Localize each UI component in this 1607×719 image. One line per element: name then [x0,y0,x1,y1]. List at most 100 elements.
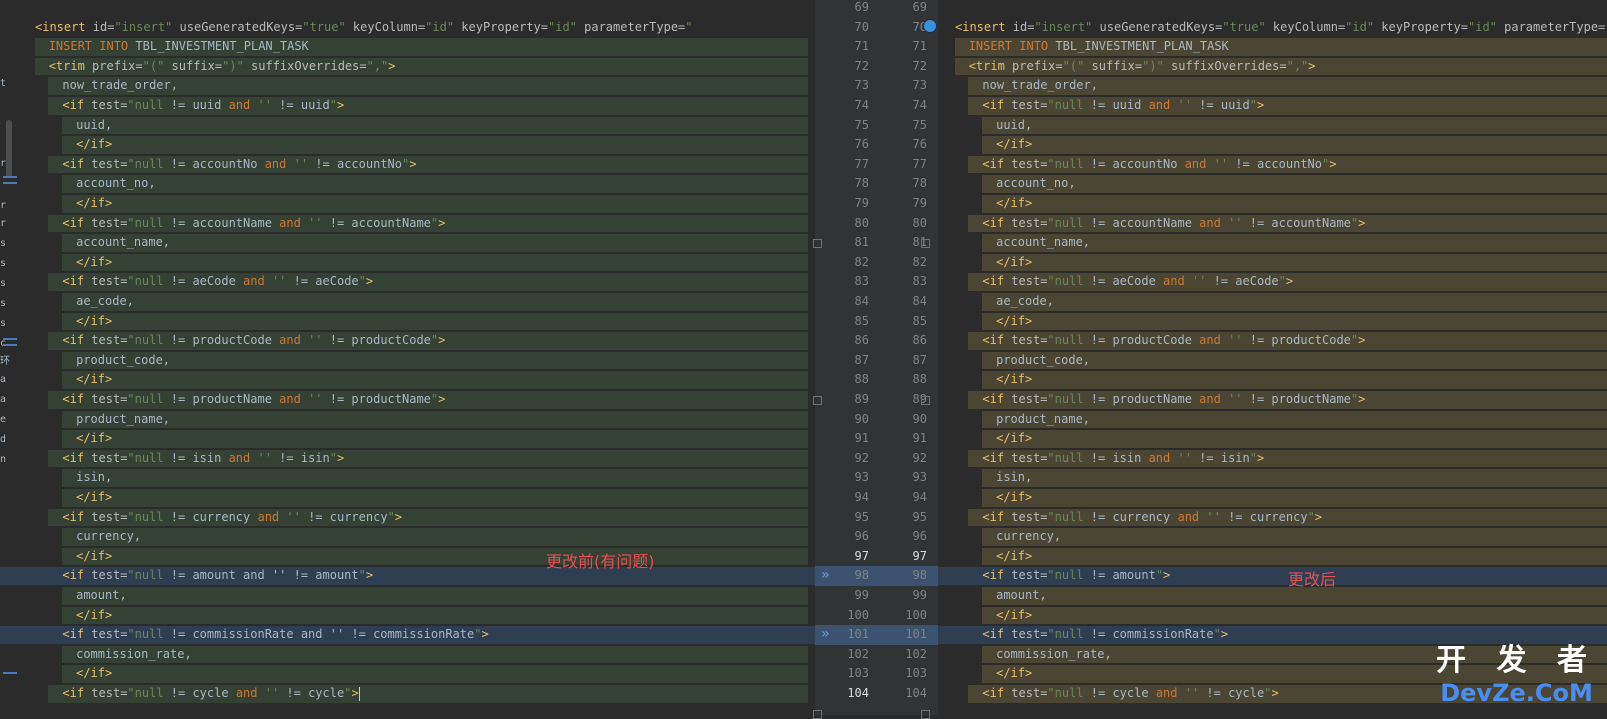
right-code-line[interactable]: ae_code, [938,292,1607,312]
right-code-line[interactable]: <if test="null != currency and '' != cur… [938,508,1607,528]
right-code-line[interactable]: <trim prefix="(" suffix=")" suffixOverri… [938,57,1607,77]
left-code-line[interactable]: <if test="null != productCode and '' != … [0,331,815,351]
gutter-line[interactable]: 74 74 [815,96,938,116]
left-code-line[interactable]: <trim prefix="(" suffix=")" suffixOverri… [0,57,815,77]
right-code-line[interactable]: </if> [938,370,1607,390]
left-code-line[interactable]: </if> [0,664,815,684]
left-code-line[interactable]: <if test="null != aeCode and '' != aeCod… [0,272,815,292]
left-code-line[interactable]: <if test="null != currency and '' != cur… [0,508,815,528]
gutter-line[interactable]: 93 93 [815,468,938,488]
gutter-line[interactable]: 86 86 [815,331,938,351]
right-code-line[interactable]: now_trade_order, [938,76,1607,96]
gutter-line[interactable]: 103 103 [815,664,938,684]
left-code-line[interactable]: product_code, [0,351,815,371]
right-code-line[interactable]: <insert id="insert" useGeneratedKeys="tr… [938,18,1607,38]
left-code-line[interactable]: isin, [0,468,815,488]
left-code-line[interactable]: <if test="null != commissionRate and '' … [0,625,815,645]
gutter-line[interactable]: 95 95 [815,508,938,528]
gutter-line[interactable]: 83 83 [815,272,938,292]
right-code-line[interactable]: </if> [938,606,1607,626]
left-code-line[interactable]: </if> [0,429,815,449]
gutter-line[interactable]: 82 82 [815,253,938,273]
left-code-line[interactable]: <if test="null != productName and '' != … [0,390,815,410]
gutter-line[interactable]: » 98 98 [815,566,938,586]
right-code-line[interactable]: </if> [938,312,1607,332]
right-code-line[interactable]: <if test="null != productCode and '' != … [938,331,1607,351]
left-code-line[interactable]: INSERT INTO TBL_INVESTMENT_PLAN_TASK [0,37,815,57]
gutter-line[interactable]: 90 90 [815,410,938,430]
left-code-line[interactable]: now_trade_order, [0,76,815,96]
gutter-line[interactable]: 94 94 [815,488,938,508]
gutter-line[interactable]: 72 72 [815,57,938,77]
gutter-line[interactable]: 87 87 [815,351,938,371]
gutter-line[interactable]: 77 77 [815,155,938,175]
gutter-line[interactable]: 84 84 [815,292,938,312]
gutter-line[interactable]: 81 81 [815,233,938,253]
left-code-line[interactable]: product_name, [0,410,815,430]
gutter-line[interactable]: 76 76 [815,135,938,155]
gutter-line[interactable]: 78 78 [815,174,938,194]
left-code-line[interactable]: </if> [0,194,815,214]
right-code-line[interactable]: <if test="null != amount"> [938,566,1607,586]
right-code-line[interactable]: product_name, [938,410,1607,430]
left-code-line[interactable]: account_no, [0,174,815,194]
right-code-line[interactable]: amount, [938,586,1607,606]
left-code-line[interactable]: <if test="null != isin and '' != isin"> [0,449,815,469]
right-code-line[interactable]: </if> [938,488,1607,508]
gutter-line[interactable]: 92 92 [815,449,938,469]
left-code-line[interactable]: </if> [0,135,815,155]
left-code-line[interactable]: <if test="null != amount and '' != amoun… [0,566,815,586]
gutter-line[interactable]: 73 73 [815,76,938,96]
gutter-line[interactable]: 96 96 [815,527,938,547]
gutter-line[interactable]: 79 79 [815,194,938,214]
gutter-line[interactable]: 89 89 [815,390,938,410]
gutter-line[interactable]: 97 97 [815,547,938,567]
right-code-line[interactable]: </if> [938,429,1607,449]
fold-marker-icon[interactable] [921,239,930,249]
gutter-line[interactable]: » 101 101 [815,625,938,645]
right-code-line[interactable]: <if test="null != aeCode and '' != aeCod… [938,272,1607,292]
gutter-line[interactable]: 70 70 [815,18,938,38]
gutter-line[interactable]: 80 80 [815,214,938,234]
left-code-line[interactable]: <if test="null != accountName and '' != … [0,214,815,234]
left-code-line[interactable]: </if> [0,547,815,567]
right-code-line[interactable]: product_code, [938,351,1607,371]
left-code-line[interactable]: <if test="null != uuid and '' != uuid"> [0,96,815,116]
left-code-line[interactable]: <if test="null != cycle and '' != cycle"… [0,684,815,704]
left-code-line[interactable]: amount, [0,586,815,606]
right-code-line[interactable]: <if test="null != isin and '' != isin"> [938,449,1607,469]
gutter-line[interactable]: 69 69 [815,0,938,18]
right-code-line[interactable]: isin, [938,468,1607,488]
gutter-line[interactable]: 88 88 [815,370,938,390]
left-code-line[interactable]: account_name, [0,233,815,253]
right-code-pane[interactable]: <insert id="insert" useGeneratedKeys="tr… [938,0,1607,715]
right-code-line[interactable]: </if> [938,194,1607,214]
gutter-line[interactable]: 75 75 [815,116,938,136]
left-code-line[interactable]: uuid, [0,116,815,136]
right-code-line[interactable]: currency, [938,527,1607,547]
right-code-line[interactable] [938,0,1607,18]
left-code-line[interactable]: <insert id="insert" useGeneratedKeys="tr… [0,18,815,38]
right-code-line[interactable]: </if> [938,135,1607,155]
left-code-line[interactable]: currency, [0,527,815,547]
fold-marker-icon[interactable] [921,709,930,719]
gutter-line[interactable]: 100 100 [815,606,938,626]
right-code-line[interactable]: <if test="null != accountNo and '' != ac… [938,155,1607,175]
right-code-line[interactable]: uuid, [938,116,1607,136]
left-code-line[interactable]: <if test="null != accountNo and '' != ac… [0,155,815,175]
left-code-line[interactable]: </if> [0,253,815,273]
left-code-line[interactable]: </if> [0,606,815,626]
left-code-line[interactable]: ae_code, [0,292,815,312]
gutter-line[interactable]: 99 99 [815,586,938,606]
fold-marker-icon[interactable] [813,239,822,249]
left-code-line[interactable] [0,0,815,18]
right-code-line[interactable]: <if test="null != uuid and '' != uuid"> [938,96,1607,116]
right-code-line[interactable]: <if test="null != productName and '' != … [938,390,1607,410]
gutter-line[interactable]: 91 91 [815,429,938,449]
fold-marker-icon[interactable] [813,396,822,405]
left-code-line[interactable]: </if> [0,488,815,508]
right-code-line[interactable]: account_no, [938,174,1607,194]
left-code-pane[interactable]: trrrsssssc环aaednt <insert id="insert" us… [0,0,815,715]
author-avatar-icon[interactable] [923,19,937,33]
gutter-line[interactable]: 85 85 [815,312,938,332]
